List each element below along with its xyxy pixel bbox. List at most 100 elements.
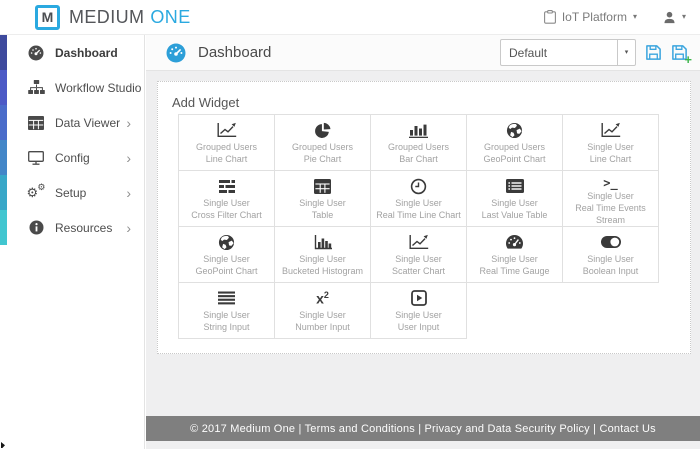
content-body: Add Widget Grouped Users Line Chart Groupe…: [146, 71, 700, 449]
widget-label-line1: Grouped Users: [291, 142, 354, 152]
widget-label-line2: Real Time Events Stream: [575, 203, 646, 225]
widget-single-user-real-time-events-stream[interactable]: >_ Single User Real Time Events Stream: [563, 171, 659, 227]
brand-one: ONE: [150, 6, 191, 27]
widget-label-line1: Grouped Users: [195, 142, 258, 152]
widget-label-line2: Number Input: [295, 322, 350, 332]
user-icon: [663, 11, 676, 24]
caret-down-icon: ▾: [632, 12, 637, 21]
page-title: Dashboard: [198, 44, 272, 61]
gears-icon: ⚙ ⚙: [26, 182, 46, 200]
footer-text: © 2017 Medium One | Terms and Conditions…: [190, 422, 656, 435]
user-menu[interactable]: ▾: [663, 11, 686, 24]
widget-single-user-real-time-line-chart[interactable]: Single User Real Time Line Chart: [371, 171, 467, 227]
widget-single-user-cross-filter-chart[interactable]: Single User Cross Filter Chart: [179, 171, 275, 227]
widget-grouped-users-geopoint-chart[interactable]: Grouped Users GeoPoint Chart: [467, 115, 563, 171]
widget-single-user-user-input[interactable]: Single User User Input: [371, 283, 467, 339]
bar-chart-icon: [409, 119, 428, 141]
widget-label-line2: Boolean Input: [582, 266, 639, 276]
save-dashboard-button[interactable]: [645, 44, 662, 61]
sidebar-item-label: Resources: [55, 220, 113, 235]
widget-grouped-users-pie-chart[interactable]: Grouped Users Pie Chart: [275, 115, 371, 171]
medium-one-logo[interactable]: M MEDIUM ONE: [35, 4, 191, 30]
terminal-icon: >_: [603, 175, 618, 190]
widget-single-user-real-time-gauge[interactable]: Single User Real Time Gauge: [467, 227, 563, 283]
platform-menu[interactable]: IoT Platform ▾: [543, 10, 637, 24]
sidebar-item-data-viewer[interactable]: Data Viewer ›: [0, 105, 144, 140]
widget-label-line2: Real Time Gauge: [479, 266, 550, 276]
widget-grouped-users-bar-chart[interactable]: Grouped Users Bar Chart: [371, 115, 467, 171]
widget-label-line2: Cross Filter Chart: [191, 210, 262, 220]
widget-single-user-bucketed-histogram[interactable]: Single User Bucketed Histogram: [275, 227, 371, 283]
widget-single-user-string-input[interactable]: Single User String Input: [179, 283, 275, 339]
widget-single-user-line-chart[interactable]: Single User Line Chart: [563, 115, 659, 171]
toggle-icon: [600, 231, 621, 253]
widget-single-user-geopoint-chart[interactable]: Single User GeoPoint Chart: [179, 227, 275, 283]
dashboard-select-value: Default: [509, 45, 548, 60]
widget-label-line2: GeoPoint Chart: [195, 266, 258, 276]
widget-label-line1: Single User: [395, 254, 442, 264]
main-area: Dashboard Default ▾ + Add Widget Grouped…: [146, 35, 700, 449]
widget-single-user-last-value-table[interactable]: Single User Last Value Table: [467, 171, 563, 227]
chevron-right-icon: ›: [126, 114, 131, 131]
caret-down-icon: ▾: [681, 12, 686, 21]
widget-single-user-scatter-chart[interactable]: Single User Scatter Chart: [371, 227, 467, 283]
sidebar-item-dashboard[interactable]: Dashboard: [0, 35, 144, 70]
dashboard-gauge-icon: [166, 43, 186, 63]
logo-m-icon: M: [35, 4, 60, 30]
globe-icon: [506, 119, 523, 141]
widget-label-line2: Pie Chart: [303, 154, 342, 164]
widget-label-line1: Single User: [395, 310, 442, 320]
widget-label-line1: Single User: [203, 310, 250, 320]
sidebar-item-setup[interactable]: ⚙ ⚙ Setup ›: [0, 175, 144, 210]
widget-label-line1: Single User: [395, 198, 442, 208]
widget-label-line2: Bar Chart: [399, 154, 438, 164]
platform-menu-label: IoT Platform: [561, 10, 627, 24]
top-right-menus: IoT Platform ▾ ▾: [543, 10, 700, 24]
widget-grouped-users-line-chart[interactable]: Grouped Users Line Chart: [179, 115, 275, 171]
widget-label-line2: GeoPoint Chart: [483, 154, 546, 164]
widget-single-user-number-input[interactable]: x2 Single User Number Input: [275, 283, 371, 339]
list-alt-icon: [505, 175, 524, 197]
gauge-icon: [505, 231, 524, 253]
save-as-new-dashboard-button[interactable]: +: [671, 44, 692, 66]
widget-single-user-boolean-input[interactable]: Single User Boolean Input: [563, 227, 659, 283]
top-header: M MEDIUM ONE IoT Platform ▾ ▾: [0, 0, 700, 35]
widget-grid: Grouped Users Line Chart Grouped Users Pie …: [178, 114, 659, 339]
widget-label-line1: Single User: [299, 254, 346, 264]
sidebar: Dashboard Workflow Studio Data Viewer › Conf…: [0, 35, 145, 449]
clock-icon: [410, 175, 427, 197]
chevron-right-icon: ›: [126, 219, 131, 236]
add-widget-panel: Add Widget Grouped Users Line Chart Groupe…: [157, 81, 691, 354]
sidebar-item-workflow-studio[interactable]: Workflow Studio: [0, 70, 144, 105]
tachometer-icon: [26, 45, 46, 61]
widget-single-user-table[interactable]: Single User Table: [275, 171, 371, 227]
brand-medium: MEDIUM: [69, 6, 145, 27]
scatter-chart-icon: [409, 231, 429, 253]
widget-label-line1: Grouped Users: [483, 142, 546, 152]
desktop-icon: [26, 150, 46, 165]
table-widget-icon: [314, 175, 331, 197]
sidebar-item-config[interactable]: Config ›: [0, 140, 144, 175]
widget-label-line2: String Input: [203, 322, 250, 332]
line-chart-icon: [601, 119, 621, 141]
line-chart-icon: [217, 119, 237, 141]
clipboard-icon: [543, 10, 556, 24]
widget-label-line1: Single User: [299, 310, 346, 320]
sidebar-item-resources[interactable]: Resources ›: [0, 210, 144, 245]
widget-label-line2: Line Chart: [205, 154, 248, 164]
logo-letter: M: [41, 9, 54, 25]
sitemap-icon: [26, 80, 46, 95]
widget-label-line1: Single User: [491, 254, 538, 264]
dashboard-select[interactable]: Default ▾: [500, 39, 636, 66]
footer: © 2017 Medium One | Terms and Conditions…: [146, 416, 700, 441]
caret-down-icon[interactable]: ▾: [617, 40, 635, 65]
header-controls: Default ▾ +: [500, 39, 700, 66]
pie-chart-icon: [314, 119, 331, 141]
play-square-icon: [410, 287, 427, 309]
sidebar-accent-strip: [0, 35, 7, 245]
widget-label-line2: Scatter Chart: [391, 266, 446, 276]
content-header: Dashboard Default ▾ +: [146, 35, 700, 71]
widget-label-line2: Table: [311, 210, 334, 220]
string-input-icon: [218, 287, 235, 309]
widget-label-line1: Single User: [203, 254, 250, 264]
